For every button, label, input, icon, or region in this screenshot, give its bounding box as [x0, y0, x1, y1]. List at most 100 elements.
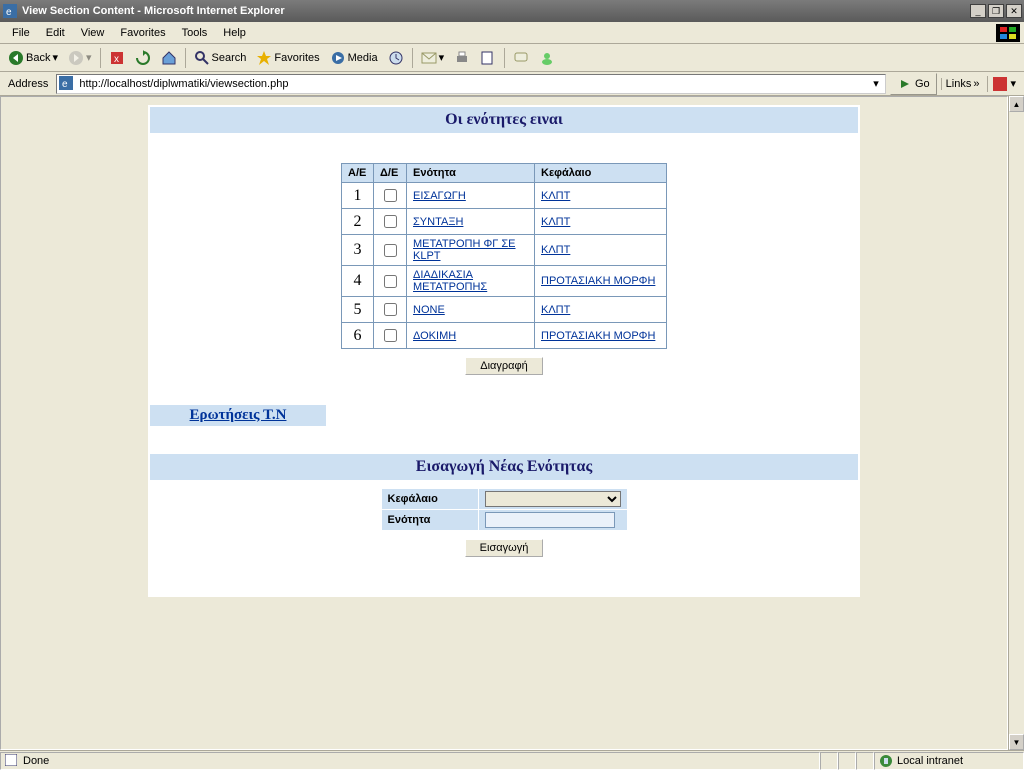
row-checkbox[interactable]	[384, 215, 397, 228]
security-zone: Local intranet	[874, 752, 1024, 770]
search-button[interactable]: Search	[190, 48, 251, 68]
search-icon	[194, 50, 210, 66]
pdf-icon	[992, 76, 1008, 92]
url-input[interactable]	[77, 77, 869, 91]
intranet-icon	[879, 754, 893, 768]
mail-button[interactable]: ▾	[417, 48, 449, 68]
section-label: Ενότητα	[382, 510, 478, 530]
back-icon	[8, 50, 24, 66]
window-title: View Section Content - Microsoft Interne…	[22, 5, 968, 17]
menu-tools[interactable]: Tools	[174, 25, 216, 41]
edit-button[interactable]	[476, 48, 500, 68]
close-button[interactable]: ✕	[1006, 4, 1022, 18]
row-number: 6	[342, 323, 374, 349]
chapter-link[interactable]: ΚΛΠΤ	[541, 244, 570, 256]
history-button[interactable]	[384, 48, 408, 68]
scroll-up-icon[interactable]: ▲	[1009, 96, 1024, 112]
viewport: Οι ενότητες ειναι Α/Ε Δ/Ε Ενότητα Κεφάλα…	[0, 96, 1024, 750]
messenger-button[interactable]	[535, 48, 559, 68]
mail-icon	[421, 50, 437, 66]
menu-help[interactable]: Help	[215, 25, 254, 41]
row-checkbox[interactable]	[384, 329, 397, 342]
chapter-label: Κεφάλαιο	[382, 489, 478, 509]
media-button[interactable]: Media	[326, 48, 382, 68]
page-icon	[5, 754, 19, 768]
vertical-scrollbar[interactable]: ▲ ▼	[1008, 96, 1024, 750]
svg-text:x: x	[114, 54, 119, 65]
col-de: Δ/Ε	[374, 164, 407, 183]
links-bar[interactable]: Links »	[941, 78, 984, 90]
home-button[interactable]	[157, 48, 181, 68]
stop-button[interactable]: x	[105, 48, 129, 68]
print-icon	[454, 50, 470, 66]
row-checkbox[interactable]	[384, 244, 397, 257]
minimize-button[interactable]: _	[970, 4, 986, 18]
svg-text:e: e	[62, 79, 68, 90]
menu-view[interactable]: View	[73, 25, 113, 41]
menubar: File Edit View Favorites Tools Help	[0, 22, 1024, 44]
questions-link[interactable]: Ερωτήσεις Τ.Ν	[190, 407, 287, 423]
url-dropdown-icon[interactable]: ▾	[869, 77, 883, 90]
row-checkbox[interactable]	[384, 275, 397, 288]
go-button[interactable]: Go	[890, 73, 937, 95]
section-link[interactable]: ΜΕΤΑΤΡΟΠΗ ΦΓ ΣΕ KLPT	[413, 238, 516, 262]
restore-button[interactable]: ❐	[988, 4, 1004, 18]
chapter-link[interactable]: ΠΡΟΤΑΣΙΑΚΗ ΜΟΡΦΗ	[541, 275, 655, 287]
menu-edit[interactable]: Edit	[38, 25, 73, 41]
section-link[interactable]: ΔΙΑΔΙΚΑΣΙΑ ΜΕΤΑΤΡΟΠΗΣ	[413, 269, 487, 293]
forward-icon	[68, 50, 84, 66]
back-label: Back	[26, 52, 50, 64]
sections-heading: Οι ενότητες ειναι	[150, 107, 858, 133]
back-button[interactable]: Back ▾	[4, 48, 62, 68]
row-checkbox[interactable]	[384, 303, 397, 316]
history-icon	[388, 50, 404, 66]
menu-favorites[interactable]: Favorites	[112, 25, 173, 41]
messenger-icon	[539, 50, 555, 66]
refresh-button[interactable]	[131, 48, 155, 68]
status-cell	[820, 752, 838, 770]
edit-icon	[480, 50, 496, 66]
chevron-down-icon: ▾	[52, 51, 58, 64]
section-link[interactable]: ΣΥΝΤΑΞΗ	[413, 216, 463, 228]
section-link[interactable]: ΔΟΚΙΜΗ	[413, 330, 456, 342]
section-link[interactable]: ΕΙΣΑΓΩΓΗ	[413, 190, 466, 202]
forward-button: ▾	[64, 48, 96, 68]
content-panel: Οι ενότητες ειναι Α/Ε Δ/Ε Ενότητα Κεφάλα…	[148, 105, 860, 597]
address-label: Address	[4, 78, 52, 90]
table-row: 3 ΜΕΤΑΤΡΟΠΗ ΦΓ ΣΕ KLPT ΚΛΠΤ	[342, 235, 667, 266]
section-input[interactable]	[485, 512, 615, 528]
url-field[interactable]: e ▾	[56, 74, 886, 94]
chapter-link[interactable]: ΚΛΠΤ	[541, 216, 570, 228]
menu-file[interactable]: File	[4, 25, 38, 41]
insert-button[interactable]: Εισαγωγή	[465, 539, 544, 557]
favorites-label: Favorites	[274, 52, 319, 64]
toolbar: Back ▾ ▾ x Search Favorites Media ▾	[0, 44, 1024, 72]
media-icon	[330, 50, 346, 66]
go-icon	[897, 76, 913, 92]
scroll-down-icon[interactable]: ▼	[1009, 734, 1024, 750]
discuss-button[interactable]	[509, 48, 533, 68]
row-checkbox[interactable]	[384, 189, 397, 202]
chapter-select[interactable]	[485, 491, 621, 507]
extra-toolbar-button[interactable]: ▾	[987, 76, 1020, 92]
svg-text:e: e	[6, 7, 12, 18]
new-section-heading: Εισαγωγή Νέας Ενότητας	[150, 454, 858, 480]
print-button[interactable]	[450, 48, 474, 68]
page-body: Οι ενότητες ειναι Α/Ε Δ/Ε Ενότητα Κεφάλα…	[0, 96, 1008, 750]
table-header-row: Α/Ε Δ/Ε Ενότητα Κεφάλαιο	[342, 164, 667, 183]
links-label: Links	[946, 78, 972, 90]
delete-button[interactable]: Διαγραφή	[465, 357, 543, 375]
chapter-link[interactable]: ΚΛΠΤ	[541, 304, 570, 316]
chapter-link[interactable]: ΚΛΠΤ	[541, 190, 570, 202]
scroll-track[interactable]	[1009, 112, 1024, 734]
zone-text: Local intranet	[897, 755, 963, 767]
section-link[interactable]: NONE	[413, 304, 445, 316]
sections-table: Α/Ε Δ/Ε Ενότητα Κεφάλαιο 1 ΕΙΣΑΓΩΓΗ ΚΛΠΤ…	[341, 163, 667, 349]
favorites-button[interactable]: Favorites	[252, 48, 323, 68]
new-section-form: Κεφάλαιο Ενότητα	[381, 488, 628, 531]
discuss-icon	[513, 50, 529, 66]
table-row: 5 NONE ΚΛΠΤ	[342, 297, 667, 323]
chapter-link[interactable]: ΠΡΟΤΑΣΙΑΚΗ ΜΟΡΦΗ	[541, 330, 655, 342]
row-number: 2	[342, 209, 374, 235]
table-row: 2 ΣΥΝΤΑΞΗ ΚΛΠΤ	[342, 209, 667, 235]
